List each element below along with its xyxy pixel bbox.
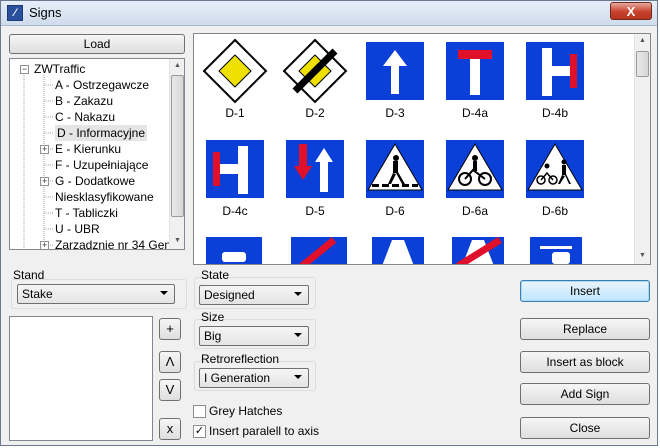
parallel-to-axis-checkbox[interactable]: ✓ (193, 425, 206, 438)
sign-tile[interactable]: D-6b (522, 136, 588, 226)
window-close-button[interactable]: X (610, 2, 652, 20)
sign-tile[interactable]: D-2 (282, 38, 348, 128)
category-tree[interactable]: − ZWTraffic A - Ostrzegawcze B - Zakazu C … (9, 58, 185, 250)
sign-label: D-4b (541, 106, 568, 120)
size-label: Size (201, 310, 225, 324)
tree-item[interactable]: A - Ostrzegawcze (55, 77, 149, 93)
scroll-down-icon[interactable]: ▼ (170, 237, 184, 244)
sign-label: D-1 (225, 106, 245, 120)
tree-scrollbar[interactable]: ▲ ▼ (169, 59, 184, 249)
parallel-to-axis-label[interactable]: Insert paralell to axis (209, 424, 319, 438)
sign-tile[interactable]: D-4a (442, 38, 508, 128)
chevron-down-icon (294, 375, 302, 379)
window-title: Signs (29, 5, 62, 20)
remove-button[interactable]: x (159, 418, 181, 440)
signs-dialog: ⁄ Signs X Load − ZWTraffic A - Ostrzegaw… (0, 0, 658, 446)
sign-tile[interactable]: D-4c (202, 136, 268, 226)
insert-button[interactable]: Insert (520, 280, 650, 302)
signs-scroll-up-icon[interactable]: ▲ (635, 37, 650, 44)
size-select[interactable]: Big (199, 326, 309, 346)
sign-label: D-6 (385, 204, 405, 218)
tree-expand-icon[interactable]: + (40, 145, 49, 154)
state-label: State (201, 268, 230, 282)
selected-signs-list[interactable] (9, 316, 153, 441)
sign-tile[interactable]: D-1 (202, 38, 268, 128)
tree-root-collapse-icon[interactable]: − (20, 65, 29, 74)
tree-item[interactable]: G - Dodatkowe (55, 173, 135, 189)
sign-label: D-4c (222, 204, 248, 218)
title-bar[interactable]: ⁄ Signs X (1, 1, 657, 26)
retroreflection-label: Retroreflection (201, 352, 280, 366)
tree-scroll-thumb[interactable] (171, 75, 184, 217)
sign-tile[interactable]: D-5 (282, 136, 348, 226)
move-down-button[interactable]: V (159, 379, 181, 401)
app-icon: ⁄ (7, 5, 23, 21)
state-select[interactable]: Designed (199, 285, 309, 305)
move-up-button[interactable]: Λ (159, 351, 181, 373)
sign-label: D-2 (305, 106, 325, 120)
retroreflection-select[interactable]: I Generation (199, 368, 309, 388)
signs-scrollbar[interactable]: ▲ ▼ (634, 34, 650, 264)
add-sign-button[interactable]: Add Sign (520, 383, 650, 405)
signs-gallery[interactable]: D-1 D-2 D-3 D-4a D-4b D-4c D-5 D-6 D-6a D-6b ▲ ▼ (193, 33, 651, 265)
load-button[interactable]: Load (9, 34, 185, 54)
tree-item[interactable]: B - Zakazu (55, 93, 113, 109)
tree-root[interactable]: ZWTraffic (34, 61, 85, 77)
tree-item[interactable]: C - Nakazu (55, 109, 115, 125)
partial-sign-row (206, 237, 582, 264)
size-value: Big (204, 329, 222, 343)
tree-item[interactable]: F - Uzupełniające (55, 157, 148, 173)
sign-tile[interactable]: D-3 (362, 38, 428, 128)
stand-group-frame (11, 279, 187, 309)
tree-item[interactable]: E - Kierunku (55, 141, 121, 157)
close-button[interactable]: Close (520, 417, 650, 439)
insert-as-block-button[interactable]: Insert as block (520, 351, 650, 373)
sign-label: D-4a (461, 106, 488, 120)
chevron-down-icon (294, 333, 302, 337)
tree-item[interactable]: T - Tabliczki (55, 205, 118, 221)
add-button[interactable]: + (159, 318, 181, 340)
sign-tile[interactable]: D-6a (442, 136, 508, 226)
sign-tile[interactable]: D-6 (362, 136, 428, 226)
tree-expand-icon[interactable]: + (40, 177, 49, 186)
grey-hatches-label[interactable]: Grey Hatches (209, 404, 282, 418)
grey-hatches-checkbox[interactable] (193, 405, 206, 418)
scroll-up-icon[interactable]: ▲ (170, 62, 184, 69)
tree-item[interactable]: Zarzadznie nr 34 General (55, 237, 184, 249)
tree-expand-icon[interactable]: + (40, 241, 49, 249)
chevron-down-icon (294, 292, 302, 296)
replace-button[interactable]: Replace (520, 318, 650, 340)
sign-label: D-5 (305, 204, 325, 218)
sign-label: D-3 (385, 106, 405, 120)
sign-label: D-6a (461, 204, 488, 218)
sign-tile[interactable]: D-4b (522, 38, 588, 128)
tree-item[interactable]: U - UBR (55, 221, 100, 237)
signs-scroll-down-icon[interactable]: ▼ (635, 252, 650, 259)
state-value: Designed (204, 288, 255, 302)
sign-label: D-6b (541, 204, 568, 218)
tree-item[interactable]: Niesklasyfikowane (55, 189, 154, 205)
signs-scroll-thumb[interactable] (636, 51, 649, 77)
retroreflection-value: I Generation (204, 371, 271, 385)
tree-item[interactable]: D - Informacyjne (55, 125, 148, 141)
